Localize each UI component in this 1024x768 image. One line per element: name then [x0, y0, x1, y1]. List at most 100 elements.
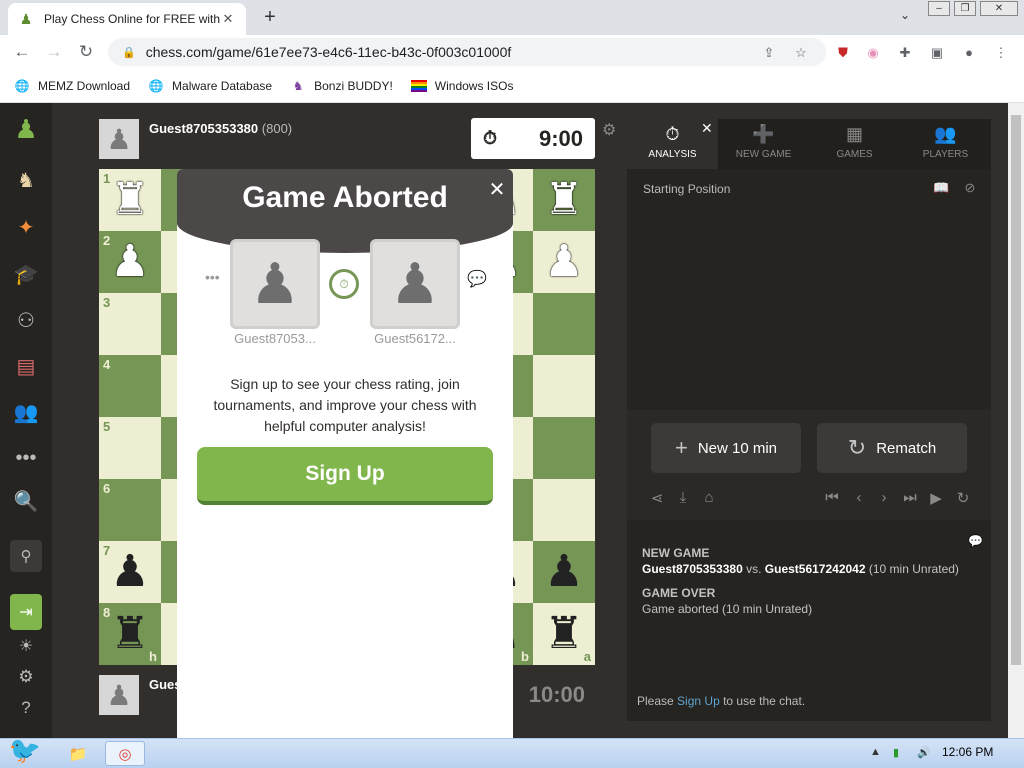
bookmark-windows-isos[interactable]: Windows ISOs	[410, 79, 513, 93]
black-piece[interactable]: ♟	[110, 550, 149, 594]
extensions-icon[interactable]: ✚	[896, 44, 914, 62]
back-icon[interactable]: ←	[10, 41, 34, 65]
tab-games[interactable]: ▦ GAMES	[809, 119, 900, 169]
theme-icon[interactable]: ☀	[10, 630, 42, 662]
board-square[interactable]: ♟	[533, 541, 595, 603]
white-piece[interactable]: ♟	[110, 240, 149, 284]
tab-players[interactable]: 👥 PLAYERS	[900, 119, 991, 169]
play-icon[interactable]: ♞	[10, 164, 42, 196]
chat-signup-message: Please Sign Up to use the chat.	[637, 694, 806, 708]
tray-arrow-icon[interactable]: ▲	[870, 746, 881, 758]
bookmark-malware-database[interactable]: 🌐 Malware Database	[148, 78, 273, 94]
board-square[interactable]: 3	[99, 293, 161, 355]
window-close-button[interactable]: ✕	[980, 1, 1018, 16]
prev-move-icon[interactable]: ‹	[849, 489, 869, 509]
bookmark-star-icon[interactable]: ☆	[792, 44, 810, 62]
social-icon[interactable]: 👥	[10, 396, 42, 428]
board-square[interactable]: 1 ♜	[99, 169, 161, 231]
login-icon[interactable]: ⇥	[10, 594, 42, 630]
black-piece[interactable]: ♜	[110, 612, 149, 656]
page-scrollbar[interactable]	[1008, 103, 1024, 738]
white-piece[interactable]: ♜	[110, 178, 149, 222]
more-icon[interactable]: •••	[10, 442, 42, 474]
black-piece[interactable]: ♜	[544, 612, 583, 656]
system-clock[interactable]: 12:06 PM	[942, 745, 993, 759]
minimize-button[interactable]: –	[928, 1, 950, 16]
explorer-taskbar-icon[interactable]: 📁	[58, 741, 98, 766]
chrome-taskbar-icon[interactable]: ◎	[105, 741, 145, 766]
tab-search-icon[interactable]: ⌄	[895, 8, 915, 28]
learn-icon[interactable]: 🎓	[10, 258, 42, 290]
rank-coordinate: 8	[103, 605, 111, 620]
bottom-player-avatar[interactable]: ♟	[99, 675, 139, 715]
plus-icon: +	[674, 435, 688, 460]
board-square[interactable]: a ♜	[533, 603, 595, 665]
menu-icon[interactable]: ⋮	[992, 44, 1010, 62]
help-icon[interactable]: ?	[10, 692, 42, 724]
forward-icon[interactable]: →	[42, 41, 66, 65]
bookmark-bonzi[interactable]: ♞ Bonzi BUDDY!	[290, 78, 393, 94]
search-icon[interactable]: 🔍	[10, 485, 42, 517]
side-panel-icon[interactable]: ▣	[928, 44, 946, 62]
flip-icon[interactable]: ↻	[953, 489, 973, 509]
close-icon[interactable]: ✕	[487, 177, 507, 201]
watch-icon[interactable]: ⚇	[10, 304, 42, 336]
news-icon[interactable]: ▤	[10, 350, 42, 382]
share-icon[interactable]: ⇪	[760, 44, 778, 62]
board-square[interactable]: ♟	[533, 231, 595, 293]
white-piece[interactable]: ♟	[544, 240, 583, 284]
black-piece[interactable]: ♟	[544, 550, 583, 594]
volume-icon[interactable]: 🔊	[917, 746, 931, 759]
board-square[interactable]: 8 h ♜	[99, 603, 161, 665]
player1-card[interactable]: ♟	[230, 239, 320, 329]
board-square[interactable]: 5	[99, 417, 161, 479]
tab-new-game[interactable]: ➕ NEW GAME	[718, 119, 809, 169]
chat-sign-up-link[interactable]: Sign Up	[677, 694, 720, 708]
board-square[interactable]	[533, 293, 595, 355]
extension-flag-icon[interactable]: ◉	[864, 44, 882, 62]
chess-logo-icon[interactable]: ♟	[10, 113, 42, 145]
board-square[interactable]: ♜	[533, 169, 595, 231]
ublock-icon[interactable]: ⛊	[834, 44, 852, 62]
top-player-name[interactable]: Guest8705353380 (800)	[149, 121, 292, 136]
new-tab-button[interactable]: +	[258, 6, 282, 30]
rematch-button[interactable]: ↻ Rematch	[817, 423, 967, 473]
reload-icon[interactable]: ↻	[74, 41, 98, 65]
board-square[interactable]: 6	[99, 479, 161, 541]
battery-icon[interactable]: ▮	[893, 746, 899, 759]
profile-icon[interactable]: ●	[960, 44, 978, 62]
download-icon[interactable]: ⤓	[673, 489, 693, 509]
lock-icon: 🔒	[122, 46, 136, 59]
next-move-icon[interactable]: ›	[874, 489, 894, 509]
address-bar[interactable]: 🔒 chess.com/game/61e7ee73-e4c6-11ec-b43c…	[108, 38, 826, 66]
puzzles-icon[interactable]: ✦	[10, 211, 42, 243]
compass-icon[interactable]: ⊘	[962, 180, 978, 196]
top-player-avatar[interactable]: ♟	[99, 119, 139, 159]
library-icon[interactable]: ⌂	[699, 489, 719, 509]
board-square[interactable]	[533, 417, 595, 479]
bookmark-memz[interactable]: 🌐 MEMZ Download	[14, 78, 131, 94]
browser-tab[interactable]: ♟ Play Chess Online for FREE with F ✕	[8, 3, 246, 35]
play-icon[interactable]: ▶	[926, 489, 946, 509]
settings-icon[interactable]: ⚙	[10, 661, 42, 693]
sign-up-button[interactable]: Sign Up	[197, 447, 493, 505]
file-coordinate: a	[583, 649, 591, 664]
board-settings-icon[interactable]: ⚙	[602, 120, 620, 139]
board-square[interactable]	[533, 355, 595, 417]
sign-up-sidebar-icon[interactable]: ⚲	[10, 540, 42, 572]
tab-close-icon[interactable]: ✕	[220, 11, 236, 27]
share-icon[interactable]: ⋖	[647, 489, 667, 509]
first-move-icon[interactable]: ⏮	[822, 489, 842, 509]
close-analysis-icon[interactable]: ✕	[701, 120, 715, 137]
white-piece[interactable]: ♜	[544, 178, 583, 222]
board-square[interactable]: 2 ♟	[99, 231, 161, 293]
board-square[interactable]	[533, 479, 595, 541]
book-icon[interactable]: 📖	[933, 180, 949, 196]
player2-card[interactable]: ♟	[370, 239, 460, 329]
last-move-icon[interactable]: ⏭	[900, 489, 920, 509]
maximize-button[interactable]: ❐	[954, 1, 976, 16]
start-button[interactable]: 🐦	[0, 732, 50, 768]
board-square[interactable]: 4	[99, 355, 161, 417]
new-game-button[interactable]: + New 10 min	[651, 423, 801, 473]
board-square[interactable]: 7 ♟	[99, 541, 161, 603]
